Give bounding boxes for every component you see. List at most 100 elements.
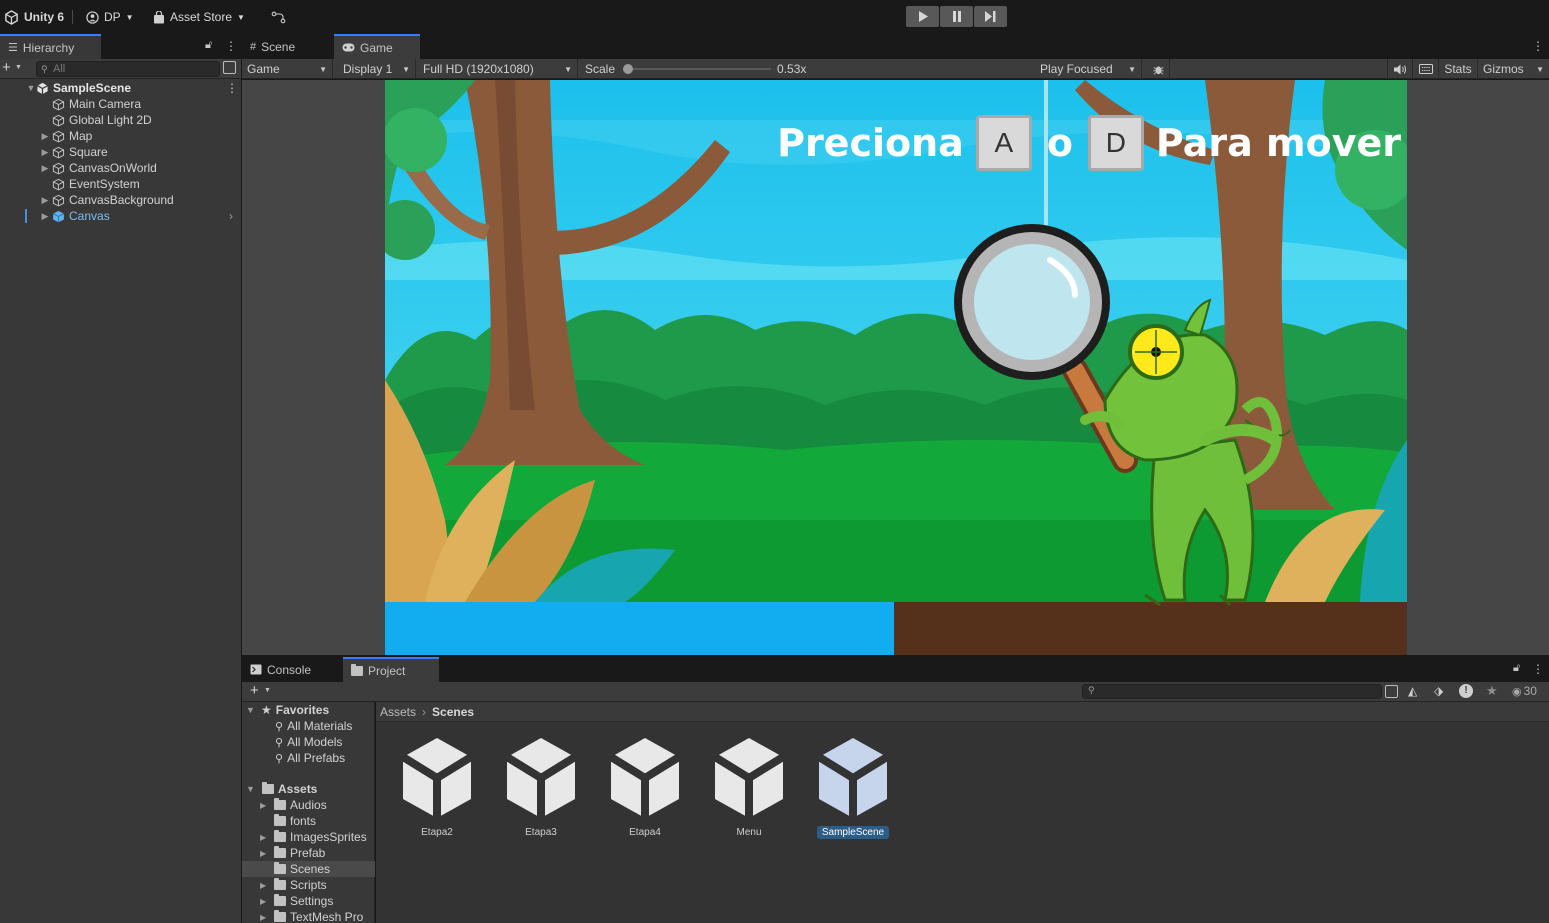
warning-filter-icon[interactable]: ! [1459, 684, 1473, 698]
fold-collapsed-icon[interactable]: ▶ [40, 147, 50, 158]
fold-collapsed-icon[interactable]: ▶ [40, 131, 50, 142]
tree-folder[interactable]: ▶ ImagesSprites [242, 829, 375, 845]
hierarchy-item[interactable]: ▶ Map [0, 128, 241, 144]
account-dropdown[interactable]: DP ▼ [86, 9, 134, 25]
scale-slider[interactable] [623, 64, 772, 74]
fold-collapsed-icon[interactable]: ▶ [260, 801, 270, 810]
tree-item[interactable]: ⚲ All Prefabs [242, 750, 375, 766]
fold-collapsed-icon[interactable]: ▶ [260, 897, 270, 906]
tree-folder[interactable]: ▶ Settings [242, 893, 375, 909]
hierarchy-scene-row[interactable]: ▼ SampleScene ⋮ [0, 80, 241, 96]
chevron-down-icon: ▼ [1536, 64, 1544, 74]
breadcrumb-current[interactable]: Scenes [432, 705, 474, 719]
mute-audio-button[interactable] [1387, 59, 1413, 79]
hierarchy-search-input[interactable]: ⚲ All [36, 61, 220, 77]
tab-scene[interactable]: # Scene [242, 34, 333, 59]
more-options-icon[interactable]: ⋮ [226, 81, 238, 95]
scale-value: 0.53x [777, 62, 807, 76]
hierarchy-item[interactable]: Global Light 2D [0, 112, 241, 128]
add-icon[interactable]: + [2, 59, 11, 77]
scene-asset[interactable]: Etapa3 [495, 736, 587, 839]
fold-collapsed-icon[interactable]: ▶ [260, 881, 270, 890]
tree-folder[interactable]: ▶ Audios [242, 797, 375, 813]
version-control-button[interactable] [271, 9, 286, 25]
tree-folder[interactable]: ▶ Scripts [242, 877, 375, 893]
scale-slider-thumb[interactable] [623, 64, 634, 74]
lock-icon[interactable]: 🔓︎ [1513, 662, 1520, 675]
tree-favorites[interactable]: ▼ ★ Favorites [242, 702, 375, 718]
more-options-icon[interactable]: ⋮ [1532, 39, 1544, 53]
chevron-down-icon[interactable]: ▼ [264, 687, 271, 694]
fold-collapsed-icon[interactable]: ▶ [40, 211, 50, 222]
more-options-icon[interactable]: ⋮ [225, 39, 237, 53]
label-tag-icon[interactable]: ⬗ [1434, 684, 1443, 698]
play-icon [918, 11, 928, 22]
tree-assets[interactable]: ▼ Assets [242, 781, 375, 797]
tab-project[interactable]: Project [343, 657, 439, 682]
tree-folder-selected[interactable]: Scenes [242, 861, 375, 877]
tab-console[interactable]: Console [242, 657, 342, 682]
display-dropdown[interactable]: Display 1 ▼ [338, 59, 416, 79]
fold-expanded-icon[interactable]: ▼ [246, 705, 258, 715]
scene-asset-selected[interactable]: SampleScene [807, 736, 899, 839]
tree-item-label: All Materials [287, 719, 353, 733]
unity-menu-button[interactable]: Unity 6 [4, 9, 64, 25]
play-focus-dropdown[interactable]: Play Focused ▼ [1035, 59, 1142, 79]
hierarchy-item[interactable]: ▶ CanvasBackground [0, 192, 241, 208]
tree-folder[interactable]: fonts [242, 813, 375, 829]
hierarchy-item-selected[interactable]: ▶ Canvas › [0, 208, 241, 224]
main-toolbar: Unity 6 DP ▼ Asset Store ▼ [0, 0, 1549, 34]
more-options-icon[interactable]: ⋮ [1532, 662, 1544, 676]
view-mode-dropdown[interactable]: Game ▼ [242, 59, 333, 79]
debug-button[interactable] [1148, 59, 1170, 79]
search-by-type-icon[interactable]: ◭ [1408, 684, 1417, 698]
tab-game[interactable]: Game [334, 34, 420, 59]
scene-asset[interactable]: Menu [703, 736, 795, 839]
scene-asset[interactable]: Etapa4 [599, 736, 691, 839]
search-filter-icon[interactable] [1385, 685, 1398, 698]
fold-collapsed-icon[interactable]: ▶ [40, 195, 50, 206]
fold-expanded-icon[interactable]: ▼ [246, 784, 258, 794]
asset-store-dropdown[interactable]: Asset Store ▼ [153, 9, 245, 25]
project-tree: ▼ ★ Favorites ⚲ All Materials ⚲ All Mode… [242, 702, 375, 923]
fold-collapsed-icon[interactable]: ▶ [260, 913, 270, 922]
fold-collapsed-icon[interactable]: ▶ [260, 849, 270, 858]
tree-folder[interactable]: ▶ TextMesh Pro [242, 909, 375, 923]
visibility-counter[interactable]: ◉ 30 [1512, 684, 1537, 698]
hierarchy-item-label: Square [69, 145, 108, 159]
folder-icon [274, 862, 286, 874]
stats-button[interactable]: Stats [1439, 59, 1478, 79]
play-focus-label: Play Focused [1040, 62, 1113, 76]
scene-asset[interactable]: Etapa2 [391, 736, 483, 839]
playmode-controls [906, 6, 1007, 27]
breadcrumb-root[interactable]: Assets [380, 705, 416, 719]
game-viewport[interactable]: Preciona A o D Para mover [385, 80, 1407, 655]
tab-hierarchy[interactable]: ☰ Hierarchy [0, 34, 101, 59]
step-button[interactable] [974, 6, 1007, 27]
gizmos-dropdown[interactable]: Gizmos ▼ [1478, 59, 1549, 79]
tree-folder[interactable]: ▶ Prefab [242, 845, 375, 861]
hierarchy-item[interactable]: ▶ Square [0, 144, 241, 160]
chevron-down-icon[interactable]: ▼ [15, 64, 22, 71]
hierarchy-item[interactable]: EventSystem [0, 176, 241, 192]
search-filter-icon[interactable] [223, 61, 236, 74]
hierarchy-item[interactable]: Main Camera [0, 96, 241, 112]
list-icon: ☰ [8, 42, 18, 54]
favorite-star-icon[interactable]: ★ [1486, 683, 1498, 699]
game-view-controls: Game ▼ Display 1 ▼ Full HD (1920x1080) ▼ Sc… [242, 59, 1549, 79]
lock-icon[interactable]: 🔓︎ [205, 39, 212, 52]
project-search-input[interactable]: ⚲ [1082, 684, 1382, 699]
tree-item[interactable]: ⚲ All Materials [242, 718, 375, 734]
pause-button[interactable] [940, 6, 973, 27]
shortcuts-button[interactable] [1413, 59, 1439, 79]
fold-collapsed-icon[interactable]: ▶ [260, 833, 270, 842]
add-icon[interactable]: + [250, 682, 259, 700]
tree-item[interactable]: ⚲ All Models [242, 734, 375, 750]
hierarchy-item[interactable]: ▶ CanvasOnWorld [0, 160, 241, 176]
fold-collapsed-icon[interactable]: ▶ [40, 163, 50, 174]
tree-item-label: All Models [287, 735, 343, 749]
resolution-dropdown[interactable]: Full HD (1920x1080) ▼ [418, 59, 578, 79]
fold-expanded-icon[interactable]: ▼ [26, 83, 36, 93]
chevron-right-icon[interactable]: › [229, 209, 233, 223]
play-button[interactable] [906, 6, 939, 27]
